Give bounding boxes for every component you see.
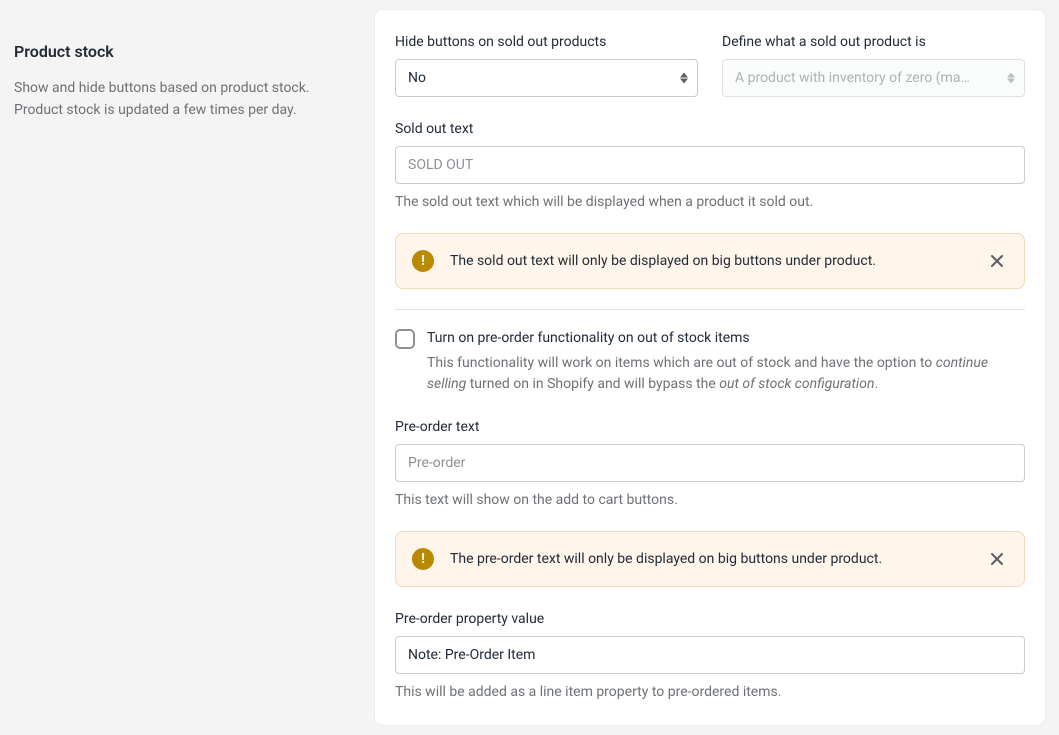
preorder-property-input[interactable] [395, 636, 1025, 674]
define-soldout-label: Define what a sold out product is [722, 32, 1025, 53]
warning-icon: ! [412, 250, 434, 272]
hide-buttons-label: Hide buttons on sold out products [395, 32, 698, 53]
soldout-text-label: Sold out text [395, 119, 1025, 140]
preorder-property-help: This will be added as a line item proper… [395, 682, 1025, 703]
preorder-property-section: Pre-order property value This will be ad… [395, 609, 1025, 703]
soldout-text-section: Sold out text The sold out text which wi… [395, 119, 1025, 213]
preorder-text-section: Pre-order text This text will show on th… [395, 417, 1025, 511]
hide-buttons-select[interactable]: No [395, 59, 698, 97]
close-icon[interactable] [986, 548, 1008, 570]
sidebar-description: Show and hide buttons based on product s… [14, 78, 314, 121]
define-soldout-field: Define what a sold out product is A prod… [722, 32, 1025, 97]
soldout-banner: ! The sold out text will only be display… [395, 233, 1025, 289]
preorder-checkbox[interactable] [395, 329, 415, 349]
define-soldout-select: A product with inventory of zero (ma… [722, 59, 1025, 97]
preorder-text-input[interactable] [395, 444, 1025, 482]
preorder-banner: ! The pre-order text will only be displa… [395, 531, 1025, 587]
preorder-text-label: Pre-order text [395, 417, 1025, 438]
preorder-toggle-title: Turn on pre-order functionality on out o… [427, 328, 1025, 349]
settings-card: Hide buttons on sold out products No Def… [375, 10, 1045, 725]
close-icon[interactable] [986, 250, 1008, 272]
hide-buttons-field: Hide buttons on sold out products No [395, 32, 698, 97]
preorder-banner-text: The pre-order text will only be displaye… [450, 549, 970, 570]
preorder-text-help: This text will show on the add to cart b… [395, 490, 1025, 511]
sidebar-title: Product stock [14, 40, 335, 64]
divider [395, 309, 1025, 310]
warning-icon: ! [412, 548, 434, 570]
soldout-text-input[interactable] [395, 146, 1025, 184]
soldout-text-help: The sold out text which will be displaye… [395, 192, 1025, 213]
preorder-toggle-row: Turn on pre-order functionality on out o… [395, 328, 1025, 395]
preorder-toggle-desc: This functionality will work on items wh… [427, 353, 1025, 395]
soldout-banner-text: The sold out text will only be displayed… [450, 251, 970, 272]
sidebar: Product stock Show and hide buttons base… [0, 0, 375, 735]
preorder-property-label: Pre-order property value [395, 609, 1025, 630]
